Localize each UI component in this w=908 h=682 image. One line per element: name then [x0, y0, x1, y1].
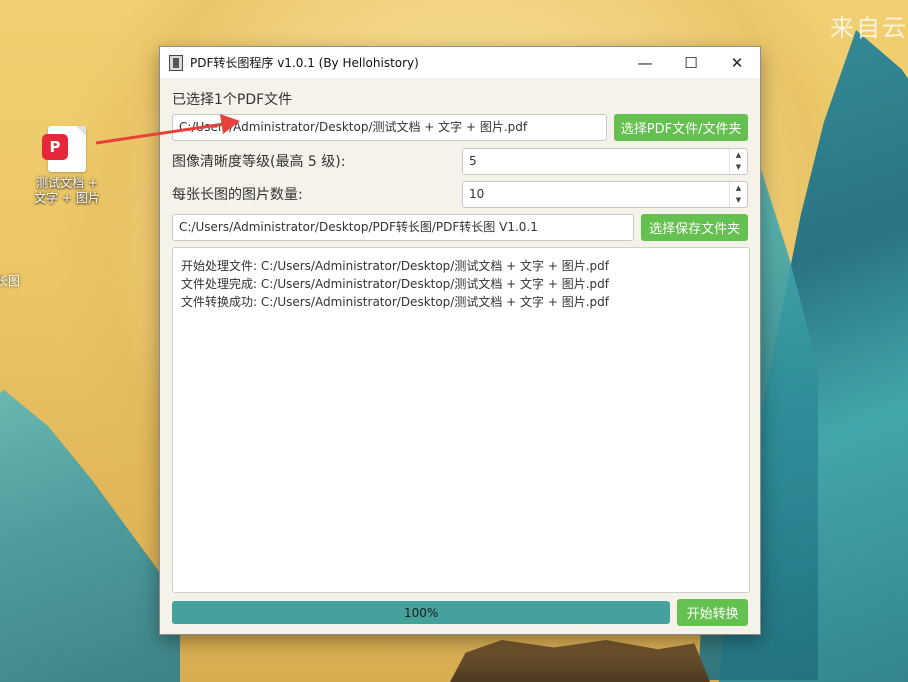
images-per-long-spinbox[interactable]: 10 ▲ ▼	[462, 180, 748, 208]
pavilion-artwork	[450, 640, 710, 682]
maximize-button[interactable]: ☐	[668, 47, 714, 79]
clarity-label: 图像清晰度等级(最高 5 级):	[172, 154, 346, 170]
desktop-icon-label-partial: 长图	[0, 274, 21, 288]
mountain-artwork	[0, 390, 180, 682]
select-pdf-button[interactable]: 选择PDF文件/文件夹	[614, 114, 748, 141]
pdf-badge: P	[42, 134, 68, 160]
start-convert-button[interactable]: 开始转换	[677, 599, 748, 626]
title-bar[interactable]: PDF转长图程序 v1.0.1 (By Hellohistory) — ☐ ✕	[160, 47, 760, 79]
spin-up-icon[interactable]: ▲	[730, 149, 747, 162]
app-window: PDF转长图程序 v1.0.1 (By Hellohistory) — ☐ ✕ …	[159, 46, 761, 635]
desktop-icon-label: 测试文档 + 文字 + 图片	[34, 176, 100, 205]
progress-bar: 100%	[172, 601, 671, 624]
clarity-value: 5	[469, 154, 477, 168]
spin-down-icon[interactable]: ▼	[730, 161, 747, 174]
images-per-long-label: 每张长图的图片数量:	[172, 187, 303, 203]
desktop-icon-pdf-file[interactable]: P 测试文档 + 文字 + 图片	[30, 126, 104, 206]
spin-down-icon[interactable]: ▼	[730, 194, 747, 207]
app-icon	[169, 54, 183, 71]
clarity-setting-row: 图像清晰度等级(最高 5 级): 5 ▲ ▼	[172, 147, 748, 175]
pdf-file-icon: P	[42, 126, 86, 172]
images-per-long-row: 每张长图的图片数量: 10 ▲ ▼	[172, 180, 748, 208]
images-per-long-value: 10	[469, 187, 485, 201]
clarity-spinbox[interactable]: 5 ▲ ▼	[462, 147, 748, 175]
window-title: PDF转长图程序 v1.0.1 (By Hellohistory)	[190, 56, 419, 70]
desktop: 来自云 P 测试文档 + 文字 + 图片 长图 PDF转长图程序 v1.0.1 …	[0, 0, 908, 682]
select-save-folder-button[interactable]: 选择保存文件夹	[641, 214, 748, 241]
wallpaper-watermark: 来自云	[830, 14, 908, 42]
log-line: 文件处理完成: C:/Users/Administrator/Desktop/测…	[181, 277, 609, 291]
log-line: 开始处理文件: C:/Users/Administrator/Desktop/测…	[181, 259, 609, 273]
spin-up-icon[interactable]: ▲	[730, 182, 747, 195]
save-path-field[interactable]: C:/Users/Administrator/Desktop/PDF转长图/PD…	[172, 214, 635, 241]
progress-text: 100%	[403, 605, 439, 620]
selected-count-label: 已选择1个PDF文件	[172, 92, 293, 108]
log-line: 文件转换成功: C:/Users/Administrator/Desktop/测…	[181, 295, 609, 309]
minimize-button[interactable]: —	[622, 47, 668, 79]
close-button[interactable]: ✕	[714, 47, 760, 79]
log-area[interactable]: 开始处理文件: C:/Users/Administrator/Desktop/测…	[172, 247, 750, 593]
pdf-path-field[interactable]: C:/Users/Administrator/Desktop/测试文档 + 文字…	[172, 114, 608, 141]
